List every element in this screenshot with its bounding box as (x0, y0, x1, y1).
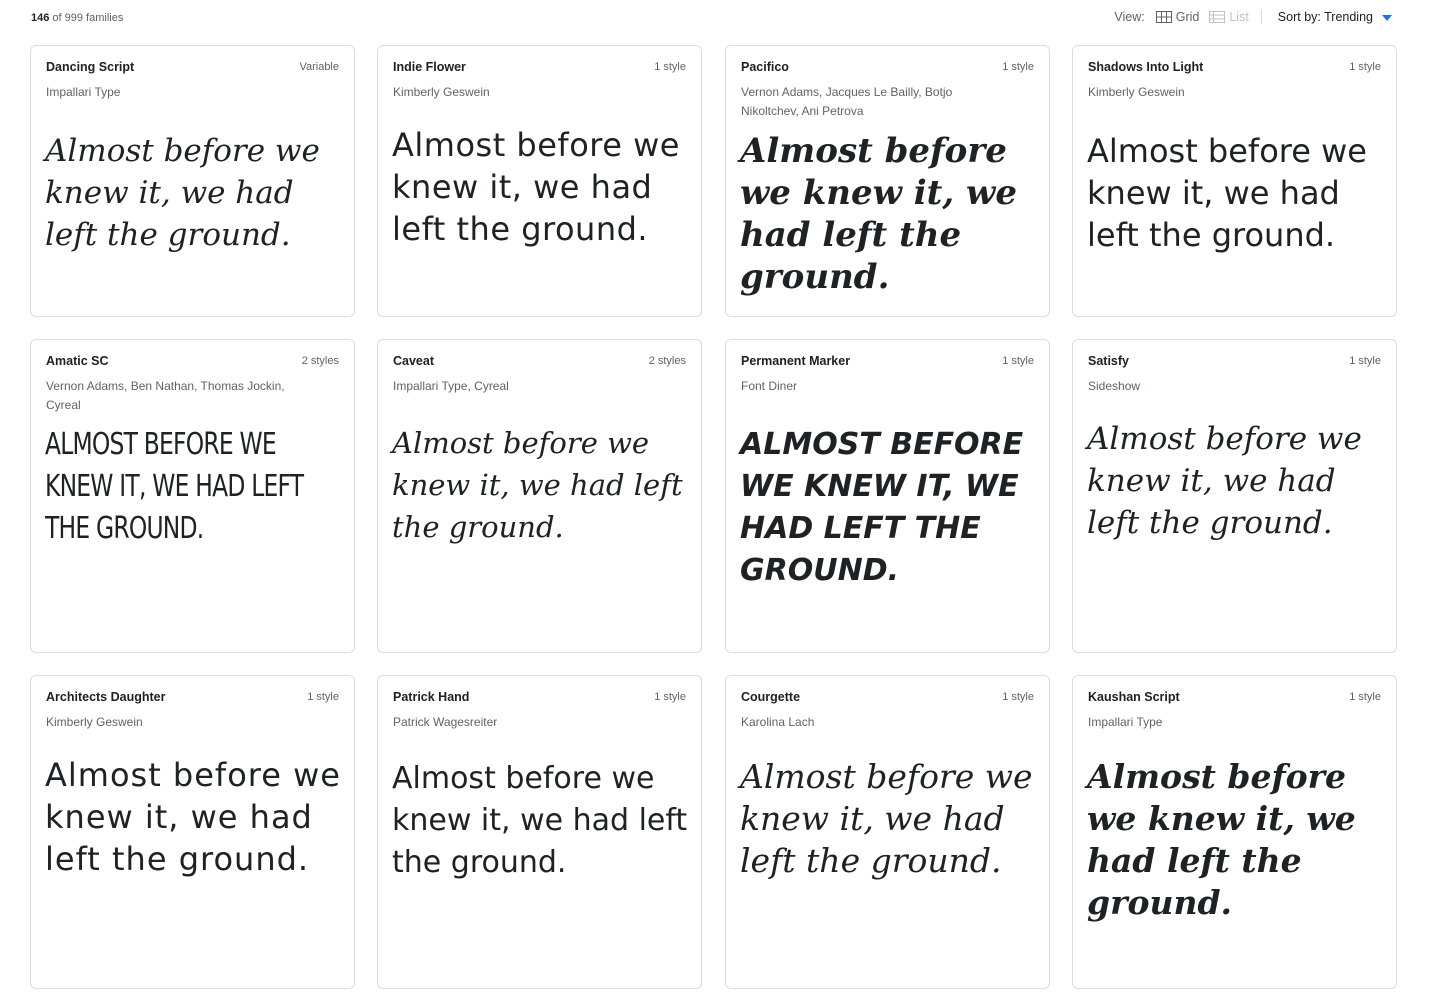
style-count: 1 style (654, 61, 686, 73)
font-designer: Font Diner (741, 379, 798, 393)
style-count: Variable (299, 61, 339, 73)
style-count: 1 style (1349, 61, 1381, 73)
list-view-label: List (1229, 10, 1249, 24)
font-designer: Impallari Type (46, 85, 121, 99)
font-sample: Almost before we knew it, we had left th… (392, 761, 688, 880)
sort-label: Sort by: Trending (1277, 10, 1373, 24)
font-name: Patrick Hand (393, 690, 470, 704)
font-designer: Vernon Adams, Ben Nathan, Thomas Jockin,… (46, 379, 285, 412)
grid-icon (1155, 11, 1172, 23)
list-view-button[interactable]: List (1209, 10, 1249, 24)
font-name: Architects Daughter (46, 690, 166, 704)
font-sample: Almost before we knew it, we had left th… (392, 126, 680, 248)
font-card-courgette[interactable]: Courgette 1 style Karolina Lach Almost b… (725, 675, 1050, 989)
font-card-permanent-marker[interactable]: Permanent Marker 1 style Font Diner ALMO… (725, 339, 1050, 653)
font-sample: Almost before we knew it, we had left th… (45, 133, 320, 253)
style-count: 1 style (307, 691, 339, 703)
font-designer: Impallari Type (1088, 715, 1163, 729)
font-card-patrick-hand[interactable]: Patrick Hand 1 style Patrick Wagesreiter… (377, 675, 702, 989)
font-name: Kaushan Script (1088, 690, 1180, 704)
style-count: 2 styles (301, 355, 339, 367)
font-card-kaushan-script[interactable]: Kaushan Script 1 style Impallari Type Al… (1072, 675, 1397, 989)
font-name: Courgette (741, 690, 801, 704)
font-card-satisfy[interactable]: Satisfy 1 style Sideshow Almost before w… (1072, 339, 1397, 653)
style-count: 1 style (1349, 691, 1381, 703)
font-sample: Almost before we knew it, we had left th… (1087, 132, 1367, 254)
family-count: 146 of 999 families (31, 12, 123, 24)
view-controls: View: Grid List Sort by: Trending (1114, 10, 1392, 24)
font-name: Dancing Script (46, 60, 135, 74)
style-count: 1 style (654, 691, 686, 703)
font-sample: Almost before we knew it, we had left th… (1087, 757, 1356, 922)
grid-view-label: Grid (1175, 10, 1200, 24)
font-sample: Almost before we knew it, we had left th… (740, 131, 1017, 297)
font-sample: Almost before we knew it, we had left th… (1087, 421, 1362, 541)
style-count: 1 style (1002, 355, 1034, 367)
font-card-shadows-into-light[interactable]: Shadows Into Light 1 style Kimberly Gesw… (1072, 45, 1397, 317)
font-designer: Sideshow (1088, 379, 1141, 393)
font-sample: Almost before we knew it, we had left th… (392, 426, 683, 544)
style-count: 1 style (1002, 691, 1034, 703)
font-card-dancing-script[interactable]: Dancing Script Variable Impallari Type A… (30, 45, 355, 317)
font-sample: Almost before we knew it, we had left th… (45, 756, 341, 878)
font-name: Amatic SC (46, 354, 109, 368)
font-name: Shadows Into Light (1088, 60, 1204, 74)
font-name: Indie Flower (393, 60, 466, 74)
font-card-caveat[interactable]: Caveat 2 styles Impallari Type, Cyreal A… (377, 339, 702, 653)
font-card-architects-daughter[interactable]: Architects Daughter 1 style Kimberly Ges… (30, 675, 355, 989)
list-icon (1209, 11, 1226, 23)
font-name: Pacifico (741, 60, 789, 74)
font-designer: Patrick Wagesreiter (393, 715, 498, 729)
sort-dropdown[interactable]: Sort by: Trending (1278, 10, 1392, 24)
font-name: Caveat (393, 354, 434, 368)
font-card-amatic-sc[interactable]: Amatic SC 2 styles Vernon Adams, Ben Nat… (30, 339, 355, 653)
font-card-indie-flower[interactable]: Indie Flower 1 style Kimberly Geswein Al… (377, 45, 702, 317)
family-count-suffix: of 999 families (52, 12, 124, 24)
font-name: Satisfy (1088, 354, 1129, 368)
font-name: Permanent Marker (741, 354, 851, 368)
style-count: 1 style (1349, 355, 1381, 367)
style-count: 1 style (1002, 61, 1034, 73)
font-card-pacifico[interactable]: Pacifico 1 style Vernon Adams, Jacques L… (725, 45, 1050, 317)
grid-view-button[interactable]: Grid (1155, 10, 1200, 24)
font-designer: Kimberly Geswein (393, 85, 490, 99)
font-designer: Kimberly Geswein (1088, 85, 1185, 99)
results-toolbar: 146 of 999 families View: Grid List Sort… (0, 0, 1440, 40)
font-sample: Almost before we knew it, we had left th… (740, 757, 1033, 880)
font-designer: Karolina Lach (741, 715, 815, 729)
toolbar-divider (1260, 10, 1262, 24)
font-sample: ALMOST BEFORE WE KNEW IT, WE HAD LEFT TH… (740, 427, 1024, 588)
font-designer: Vernon Adams, Jacques Le Bailly, Botjo N… (741, 85, 953, 118)
caret-down-icon (1382, 14, 1392, 21)
font-sample: ALMOST BEFORE WE KNEW IT, WE HAD LEFT TH… (45, 427, 304, 546)
font-designer: Impallari Type, Cyreal (393, 379, 509, 393)
style-count: 2 styles (648, 355, 686, 367)
font-designer: Kimberly Geswein (46, 715, 143, 729)
family-count-number: 146 (31, 12, 50, 24)
view-label: View: (1114, 10, 1145, 24)
